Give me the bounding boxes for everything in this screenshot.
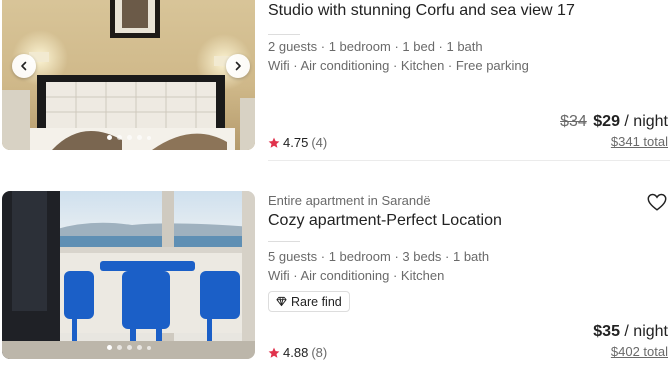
diamond-icon (276, 296, 287, 307)
listing-separator (268, 160, 670, 161)
listing-amenities: Wifi · Air conditioning · Kitchen · Free… (268, 58, 529, 73)
listing-rating: 4.75 (4) (268, 135, 327, 150)
rating-value: 4.75 (283, 135, 309, 150)
listing-photo[interactable] (2, 0, 255, 150)
previous-photo-button[interactable] (12, 54, 36, 78)
pagination-dot[interactable] (136, 345, 142, 350)
nightly-price: $34 $29 / night (560, 113, 668, 131)
rating-value: 4.88 (283, 345, 309, 360)
original-price: $34 (560, 113, 587, 130)
chevron-left-icon (21, 61, 27, 71)
listing-amenities: Wifi · Air conditioning · Kitchen (268, 268, 445, 283)
pagination-dot[interactable] (126, 135, 132, 140)
listing-info: Entire apartment in Sarandë Cozy apartme… (268, 191, 670, 361)
discounted-price: $29 (593, 113, 620, 130)
listing-rating: 4.88 (8) (268, 345, 327, 360)
price-block: $35 / night $402 total (593, 323, 668, 361)
listing-card[interactable]: Entire apartment in Sarandë Cozy apartme… (0, 191, 670, 361)
pagination-dot[interactable] (146, 135, 151, 140)
total-price-link[interactable]: $341 total (611, 134, 668, 149)
listing-capacity: 2 guests · 1 bedroom · 1 bed · 1 bath (268, 39, 483, 54)
listing-title[interactable]: Cozy apartment-Perfect Location (268, 212, 502, 230)
star-icon (268, 137, 280, 148)
price-unit: / night (619, 113, 668, 130)
listing-info: Studio with stunning Corfu and sea view … (268, 0, 670, 151)
pagination-dot[interactable] (106, 345, 112, 350)
photo-pagination (2, 345, 255, 350)
review-count: (4) (311, 135, 328, 150)
price-block: $34 $29 / night $341 total (560, 113, 668, 151)
review-count: (8) (311, 345, 328, 360)
listing-card[interactable]: Studio with stunning Corfu and sea view … (0, 0, 670, 161)
listing-type: Entire apartment in Sarandë (268, 193, 431, 208)
listing-photo[interactable] (2, 191, 255, 359)
badge-label: Rare find (291, 294, 342, 309)
nightly-price: $35 / night (593, 323, 668, 341)
divider (268, 241, 300, 242)
heart-icon[interactable] (646, 191, 668, 213)
balcony-photo (2, 191, 255, 359)
pagination-dot[interactable] (136, 135, 142, 140)
divider (268, 34, 300, 35)
listing-capacity: 5 guests · 1 bedroom · 3 beds · 1 bath (268, 249, 490, 264)
next-photo-button[interactable] (226, 54, 250, 78)
pagination-dot[interactable] (146, 345, 151, 350)
total-price-link[interactable]: $402 total (611, 344, 668, 359)
rare-find-badge: Rare find (268, 291, 350, 312)
pagination-dot[interactable] (126, 345, 132, 350)
chevron-right-icon (235, 61, 241, 71)
photo-pagination (2, 135, 255, 140)
pagination-dot[interactable] (116, 135, 122, 140)
pagination-dot[interactable] (116, 345, 122, 350)
star-icon (268, 347, 280, 358)
listing-title[interactable]: Studio with stunning Corfu and sea view … (268, 2, 575, 20)
price-unit: / night (619, 323, 668, 340)
pagination-dot[interactable] (106, 135, 112, 140)
price: $35 (593, 323, 620, 340)
bedroom-photo (2, 0, 255, 150)
